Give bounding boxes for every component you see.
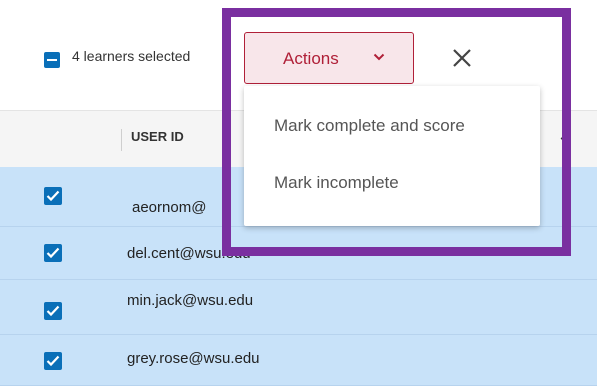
- page: 4 learners selected USER ID ⯁ aeornom@ d…: [0, 0, 597, 392]
- checkbox-checked-icon: [46, 190, 60, 202]
- row-checkbox[interactable]: [44, 352, 62, 370]
- table-row[interactable]: del.cent@wsu.edu: [0, 227, 597, 280]
- checkbox-checked-icon: [46, 355, 60, 367]
- column-header-user-id[interactable]: USER ID: [131, 129, 184, 144]
- menu-item-mark-incomplete[interactable]: Mark incomplete: [274, 173, 399, 193]
- user-id-cell: aeornom@: [132, 199, 207, 216]
- menu-item-mark-complete[interactable]: Mark complete and score: [274, 116, 465, 136]
- user-id-cell: del.cent@wsu.edu: [127, 245, 251, 262]
- checkbox-checked-icon: [46, 247, 60, 259]
- user-id-cell: grey.rose@wsu.edu: [127, 350, 260, 367]
- table-row[interactable]: grey.rose@wsu.edu: [0, 335, 597, 386]
- sort-icon[interactable]: ⯁: [560, 131, 571, 148]
- row-checkbox[interactable]: [44, 187, 62, 205]
- checkbox-checked-icon: [46, 305, 60, 317]
- user-id-cell: min.jack@wsu.edu: [127, 292, 254, 309]
- close-button[interactable]: [444, 40, 480, 76]
- close-icon: [453, 49, 471, 67]
- chevron-down-icon: [373, 53, 385, 61]
- actions-menu: Mark complete and score Mark incomplete: [244, 86, 540, 226]
- select-all-checkbox[interactable]: [44, 52, 60, 68]
- row-checkbox[interactable]: [44, 244, 62, 262]
- table-row[interactable]: min.jack@wsu.edu: [0, 280, 597, 335]
- selection-count: 4 learners selected: [72, 48, 191, 64]
- column-divider: [121, 129, 122, 151]
- actions-label: Actions: [283, 49, 339, 68]
- row-checkbox[interactable]: [44, 302, 62, 320]
- actions-dropdown-button[interactable]: Actions: [244, 32, 414, 84]
